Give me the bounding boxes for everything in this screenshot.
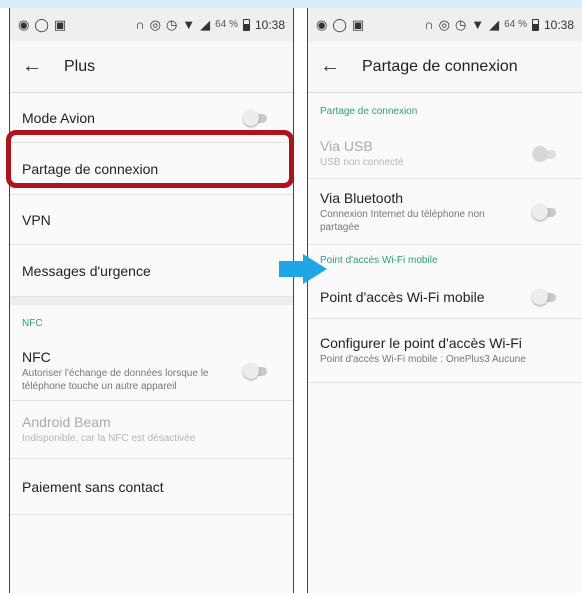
app-bar: ← Partage de connexion [308,41,582,93]
battery-icon [242,18,250,31]
row-tethering[interactable]: Partage de connexion [10,143,293,195]
airplane-mode-toggle[interactable] [241,109,271,127]
alarm-icon: ◷ [165,17,178,32]
signal-icon: ◢ [200,17,211,32]
page-title: Plus [64,57,96,75]
page-title: Partage de connexion [362,57,518,75]
row-sublabel: USB non connecté [320,157,404,168]
row-airplane-mode[interactable]: Mode Avion [10,93,293,143]
row-nfc[interactable]: NFC Autoriser l'échange de données lorsq… [10,341,293,401]
status-bar: ◉ ◯ ▣ ∩ ◎ ◷ ▼ ◢ 64 % 10:38 [308,8,582,41]
row-sublabel: Connexion Internet du téléphone non part… [320,208,485,233]
row-label: Via USB [320,138,373,154]
row-contactless-payment[interactable]: Paiement sans contact [10,459,293,515]
gallery-icon: ▣ [351,17,365,32]
top-background-band [0,0,582,8]
row-via-bluetooth[interactable]: Via Bluetooth Connexion Internet du télé… [308,179,582,245]
row-label: Via Bluetooth [320,189,404,206]
back-arrow-icon[interactable]: ← [320,55,352,78]
wifi-icon: ▼ [182,17,196,32]
usb-tethering-toggle [530,145,560,163]
wifi-hotspot-toggle[interactable] [530,288,560,306]
battery-percent: 64 % [215,19,238,30]
row-label: Partage de connexion [22,160,159,177]
whatsapp-icon: ◯ [332,17,347,32]
headphones-icon: ∩ [135,17,145,32]
row-label: Paiement sans contact [22,478,164,495]
bluetooth-tethering-toggle[interactable] [530,203,560,221]
battery-icon [531,18,539,31]
row-vpn[interactable]: VPN [10,195,293,245]
battery-percent: 64 % [504,19,527,30]
eye-icon: ◎ [438,17,450,32]
row-label: Point d'accès Wi-Fi mobile [320,288,485,305]
row-wifi-hotspot[interactable]: Point d'accès Wi-Fi mobile [308,275,582,319]
clock: 10:38 [254,17,285,32]
row-label: Mode Avion [22,109,95,126]
row-configure-hotspot[interactable]: Configurer le point d'accès Wi-Fi Point … [308,319,582,383]
section-header-tethering: Partage de connexion [320,105,418,117]
row-sublabel: Autoriser l'échange de données lorsque l… [22,367,209,392]
row-label: Configurer le point d'accès Wi-Fi [320,335,522,351]
row-label: NFC [22,348,51,365]
arrow-right-icon [279,254,327,284]
spotify-icon: ◉ [18,17,30,32]
back-arrow-icon[interactable]: ← [22,55,54,78]
section-header-hotspot: Point d'accès Wi-Fi mobile [320,254,438,266]
gallery-icon: ▣ [53,17,67,32]
spotify-icon: ◉ [316,17,328,32]
section-header-nfc: NFC [22,317,43,329]
headphones-icon: ∩ [424,17,434,32]
row-label: Messages d'urgence [22,262,151,279]
row-label: Android Beam [22,414,111,430]
row-via-usb: Via USB USB non connecté [308,129,582,179]
left-phone-screen: ◉ ◯ ▣ ∩ ◎ ◷ ▼ ◢ 64 % 10:38 ← Plus Mode A… [9,8,294,593]
wifi-icon: ▼ [471,17,485,32]
app-bar: ← Plus [10,41,293,93]
right-phone-screen: ◉ ◯ ▣ ∩ ◎ ◷ ▼ ◢ 64 % 10:38 ← Partage de … [307,8,582,593]
row-emergency-messages[interactable]: Messages d'urgence [10,245,293,297]
row-label: VPN [22,211,51,228]
alarm-icon: ◷ [454,17,467,32]
signal-icon: ◢ [489,17,500,32]
clock: 10:38 [543,17,574,32]
section-divider [10,297,293,305]
row-sublabel: Point d'accès Wi-Fi mobile : OnePlus3 Au… [320,354,526,365]
whatsapp-icon: ◯ [34,17,49,32]
nfc-toggle[interactable] [241,362,271,380]
row-android-beam: Android Beam Indisponible, car la NFC es… [10,401,293,459]
row-sublabel: Indisponible, car la NFC est désactivée [22,433,196,444]
eye-icon: ◎ [149,17,161,32]
status-bar: ◉ ◯ ▣ ∩ ◎ ◷ ▼ ◢ 64 % 10:38 [10,8,293,41]
